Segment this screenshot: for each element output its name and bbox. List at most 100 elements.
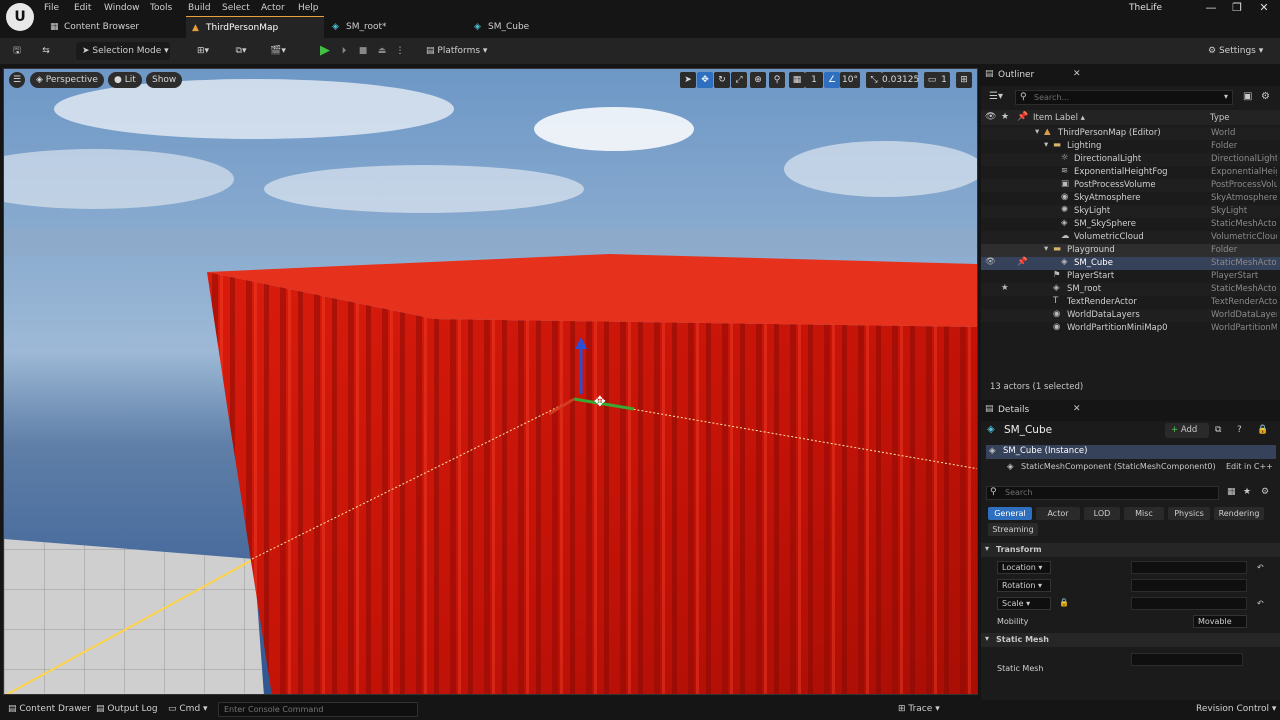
unreal-logo-icon[interactable]: U bbox=[6, 3, 34, 31]
outliner-row-directional-light[interactable]: ☼ DirectionalLight DirectionalLight bbox=[981, 153, 1280, 166]
details-tab-lod[interactable]: LOD bbox=[1084, 507, 1120, 520]
lock-icon[interactable]: 🔒 bbox=[1059, 598, 1069, 607]
rotate-tool-icon[interactable]: ↻ bbox=[714, 72, 730, 88]
translate-tool-icon[interactable]: ✥ bbox=[697, 72, 713, 88]
menu-file[interactable]: File bbox=[44, 3, 59, 13]
tab-sm-cube[interactable]: ◈ SM_Cube bbox=[468, 16, 606, 38]
table-view-icon[interactable]: ▦ bbox=[1227, 487, 1236, 497]
tab-sm-root[interactable]: ◈ SM_root* bbox=[326, 16, 464, 38]
output-log-button[interactable]: ▤ Output Log bbox=[96, 704, 158, 714]
details-tab-streaming[interactable]: Streaming bbox=[988, 523, 1038, 536]
perspective-button[interactable]: ◈ Perspective bbox=[30, 72, 104, 88]
play-icon[interactable]: ▶ bbox=[316, 42, 334, 60]
mobility-dropdown[interactable]: Movable bbox=[1193, 615, 1247, 628]
outliner-row-playground[interactable]: ▾ ▬ Playground Folder bbox=[981, 244, 1280, 257]
close-tab-icon[interactable]: ✕ bbox=[1073, 69, 1081, 79]
tree-expand-icon[interactable]: ▾ bbox=[1035, 127, 1039, 137]
outliner-row-world-data-layers[interactable]: ◉ WorldDataLayers WorldDataLayers bbox=[981, 309, 1280, 322]
tab-third-person-map[interactable]: ▲ ThirdPersonMap bbox=[186, 16, 324, 38]
details-search-input[interactable]: ⚲ Search bbox=[986, 486, 1219, 500]
favorite-col-icon[interactable]: ★ bbox=[1001, 112, 1009, 122]
component-row[interactable]: ◈ StaticMeshComponent (StaticMeshCompone… bbox=[986, 461, 1276, 475]
close-tab-icon[interactable]: ✕ bbox=[1073, 404, 1081, 414]
reset-scale-icon[interactable]: ↶ bbox=[1257, 599, 1264, 608]
details-tab-actor[interactable]: Actor bbox=[1036, 507, 1080, 520]
tree-expand-icon[interactable]: ▾ bbox=[1044, 244, 1048, 254]
step-icon[interactable]: ⏵ bbox=[336, 42, 352, 60]
settings-button[interactable]: ⚙ Settings ▾ bbox=[1208, 42, 1274, 60]
revision-control-button[interactable]: Revision Control ▾ bbox=[1196, 704, 1276, 714]
filter-icon[interactable]: ☰▾ bbox=[989, 91, 1003, 102]
source-control-icon[interactable]: ⇆ bbox=[36, 42, 56, 60]
outliner-row-sky-light[interactable]: ✺ SkyLight SkyLight bbox=[981, 205, 1280, 218]
location-value-field[interactable] bbox=[1131, 561, 1247, 574]
cinematics-icon[interactable]: 🎬▾ bbox=[264, 42, 292, 60]
rotation-snap-value[interactable]: 10° bbox=[840, 72, 860, 88]
scale-snap-value[interactable]: 0.03125 bbox=[882, 72, 919, 88]
hamburger-menu-icon[interactable]: ☰ bbox=[9, 72, 25, 88]
rotation-dropdown[interactable]: Rotation ▾ bbox=[997, 579, 1051, 592]
favorite-star-icon[interactable]: ★ bbox=[1001, 283, 1009, 293]
lock-icon[interactable]: 🔒 bbox=[1257, 425, 1268, 435]
outliner-row-player-start[interactable]: ⚑ PlayerStart PlayerStart bbox=[981, 270, 1280, 283]
outliner-search-input[interactable]: ⚲ Search... ▾ bbox=[1015, 90, 1233, 105]
scale-tool-icon[interactable]: ⤢ bbox=[731, 72, 747, 88]
transform-section-header[interactable]: ▾ Transform bbox=[981, 543, 1280, 557]
pin-icon[interactable]: 📌 bbox=[1017, 257, 1028, 267]
menu-window[interactable]: Window bbox=[104, 3, 140, 13]
stop-icon[interactable]: ■ bbox=[355, 42, 371, 60]
console-command-input[interactable] bbox=[218, 702, 418, 717]
show-button[interactable]: Show bbox=[146, 72, 183, 88]
eye-icon[interactable]: 👁 bbox=[985, 257, 996, 267]
outliner-row-height-fog[interactable]: ≋ ExponentialHeightFog ExponentialHeight… bbox=[981, 166, 1280, 179]
menu-edit[interactable]: Edit bbox=[74, 3, 91, 13]
platforms-dropdown[interactable]: ▤ Platforms ▾ bbox=[426, 42, 492, 60]
outliner-row-sky-sphere[interactable]: ◈ SM_SkySphere StaticMeshActor bbox=[981, 218, 1280, 231]
visibility-col-icon[interactable]: 👁 bbox=[985, 112, 996, 122]
details-tab-misc[interactable]: Misc bbox=[1124, 507, 1164, 520]
more-options-icon[interactable]: ⋮ bbox=[394, 42, 406, 60]
outliner-row-lighting[interactable]: ▾ ▬ Lighting Folder bbox=[981, 140, 1280, 153]
menu-actor[interactable]: Actor bbox=[261, 3, 285, 13]
tab-content-browser[interactable]: ▦ Content Browser bbox=[44, 16, 184, 38]
rotation-value-field[interactable] bbox=[1131, 579, 1247, 592]
camera-speed-value[interactable]: 1 bbox=[938, 72, 950, 88]
edit-cpp-link[interactable]: Edit in C++ bbox=[1226, 462, 1273, 471]
rotation-snap-icon[interactable]: ∠ bbox=[824, 72, 840, 88]
close-window-icon[interactable]: ✕ bbox=[1252, 1, 1276, 14]
save-icon[interactable]: 🖫 bbox=[8, 42, 26, 60]
outliner-row-volumetric-cloud[interactable]: ☁ VolumetricCloud VolumetricCloud bbox=[981, 231, 1280, 244]
outliner-row-sky-atmosphere[interactable]: ◉ SkyAtmosphere SkyAtmosphere bbox=[981, 192, 1280, 205]
scale-value-field[interactable] bbox=[1131, 597, 1247, 610]
item-label-header[interactable]: Item Label ▴ bbox=[1033, 113, 1085, 123]
eject-icon[interactable]: ⏏ bbox=[374, 42, 390, 60]
scale-dropdown[interactable]: Scale ▾ bbox=[997, 597, 1051, 610]
help-icon[interactable]: ? bbox=[1237, 425, 1242, 435]
pin-col-icon[interactable]: 📌 bbox=[1017, 112, 1028, 122]
static-mesh-picker[interactable] bbox=[1131, 653, 1243, 666]
lit-button[interactable]: ● Lit bbox=[108, 72, 142, 88]
blueprint-icon[interactable]: ⧉▾ bbox=[228, 42, 254, 60]
viewport-layout-icon[interactable]: ⊞ bbox=[956, 72, 972, 88]
add-actor-icon[interactable]: ⊞▾ bbox=[190, 42, 216, 60]
details-settings-icon[interactable]: ⚙ bbox=[1261, 487, 1269, 497]
location-dropdown[interactable]: Location ▾ bbox=[997, 561, 1051, 574]
grid-snap-icon[interactable]: ▦ bbox=[789, 72, 805, 88]
content-drawer-button[interactable]: ▤ Content Drawer bbox=[8, 704, 91, 714]
minimize-icon[interactable]: — bbox=[1199, 1, 1223, 14]
menu-help[interactable]: Help bbox=[298, 3, 319, 13]
outliner-row-minimap[interactable]: ◉ WorldPartitionMiniMap0 WorldPartitionM… bbox=[981, 322, 1280, 335]
selection-mode-dropdown[interactable]: ➤ Selection Mode ▾ bbox=[76, 42, 170, 60]
outliner-row-sm-root[interactable]: ★ ◈ SM_root StaticMeshActor bbox=[981, 283, 1280, 296]
outliner-row-world[interactable]: ▾ ▲ ThirdPersonMap (Editor) World bbox=[981, 127, 1280, 140]
outliner-settings-icon[interactable]: ⚙ bbox=[1261, 91, 1270, 102]
grid-size[interactable]: 1 bbox=[805, 72, 823, 88]
menu-tools[interactable]: Tools bbox=[150, 3, 172, 13]
details-tab-physics[interactable]: Physics bbox=[1168, 507, 1210, 520]
scale-snap-icon[interactable]: ⤡ bbox=[866, 72, 882, 88]
select-tool-icon[interactable]: ➤ bbox=[680, 72, 696, 88]
surface-snap-icon[interactable]: ⚲ bbox=[769, 72, 785, 88]
static-mesh-section-header[interactable]: ▾ Static Mesh bbox=[981, 633, 1280, 647]
outliner-row-sm-cube[interactable]: 👁 📌 ◈ SM_Cube StaticMeshActor bbox=[981, 257, 1280, 270]
add-component-button[interactable]: + Add bbox=[1165, 423, 1209, 438]
